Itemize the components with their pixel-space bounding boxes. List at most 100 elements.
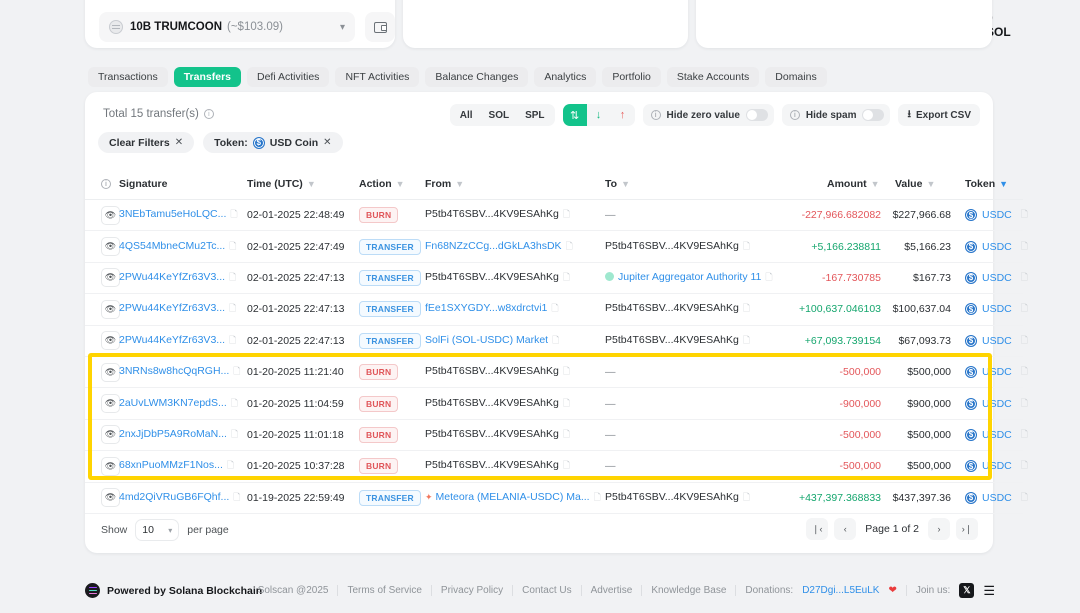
- copy-icon[interactable]: 🗋: [563, 272, 570, 282]
- copy-icon[interactable]: 🗋: [1021, 207, 1028, 223]
- filter-all-button[interactable]: All: [452, 106, 481, 124]
- copy-icon[interactable]: 🗋: [552, 335, 559, 345]
- copy-icon[interactable]: 🗋: [743, 335, 750, 345]
- copy-icon[interactable]: 🗋: [743, 241, 750, 251]
- copy-icon[interactable]: 🗋: [1021, 490, 1028, 506]
- copy-icon[interactable]: 🗋: [563, 209, 570, 219]
- clear-filters-chip[interactable]: Clear Filters ✕: [98, 132, 195, 153]
- filter-icon[interactable]: ▼: [621, 179, 630, 189]
- signature-link[interactable]: 3NRNs8w8hcQqRGH...: [119, 365, 229, 377]
- copy-icon[interactable]: 🗋: [563, 398, 570, 408]
- eye-icon[interactable]: 👁: [101, 205, 120, 225]
- close-icon[interactable]: ✕: [175, 137, 183, 148]
- footer-link-terms-of-service[interactable]: Terms of Service: [347, 585, 421, 596]
- from-address[interactable]: SolFi (SOL-USDC) Market: [425, 334, 548, 346]
- token-link[interactable]: USDC: [982, 492, 1012, 504]
- copy-icon[interactable]: 🗋: [563, 460, 570, 470]
- sort-both-button[interactable]: ⇅: [562, 104, 587, 126]
- filter-icon[interactable]: ▼: [926, 179, 935, 189]
- copy-icon[interactable]: 🗋: [1021, 301, 1028, 317]
- close-icon[interactable]: ✕: [323, 137, 331, 148]
- from-address[interactable]: fEe1SXYGDY...w8xdrctvi1: [425, 302, 547, 314]
- token-link[interactable]: USDC: [982, 398, 1012, 410]
- signature-link[interactable]: 68xnPuoMMzF1Nos...: [119, 459, 223, 471]
- copy-icon[interactable]: 🗋: [1021, 364, 1028, 380]
- signature-link[interactable]: 2PWu44KeYfZr63V3...: [119, 334, 225, 346]
- copy-icon[interactable]: 🗋: [563, 366, 570, 376]
- tab-balance-changes[interactable]: Balance Changes: [425, 67, 529, 87]
- signature-link[interactable]: 2aUvLWM3KN7epdS...: [119, 397, 227, 409]
- token-link[interactable]: USDC: [982, 335, 1012, 347]
- filter-spl-button[interactable]: SPL: [517, 106, 552, 124]
- filter-icon[interactable]: ▼: [307, 179, 316, 189]
- next-page-button[interactable]: ›: [928, 518, 950, 540]
- eye-icon[interactable]: 👁: [101, 394, 120, 414]
- from-address[interactable]: Fn68NZzCCg...dGkLA3hsDK: [425, 240, 562, 252]
- copy-icon[interactable]: 🗋: [229, 272, 236, 282]
- hide-spam-switch[interactable]: [862, 109, 885, 121]
- token-selector[interactable]: 10B TRUMCOON (~$103.09) ▾: [99, 12, 355, 42]
- eye-icon[interactable]: 👁: [101, 331, 120, 351]
- copy-icon[interactable]: 🗋: [229, 303, 236, 313]
- token-link[interactable]: USDC: [982, 303, 1012, 315]
- first-page-button[interactable]: ❘‹: [806, 518, 829, 540]
- footer-link-knowledge-base[interactable]: Knowledge Base: [651, 585, 726, 596]
- copy-icon[interactable]: 🗋: [229, 335, 236, 345]
- filter-icon-active[interactable]: ▼: [999, 179, 1008, 189]
- last-page-button[interactable]: ›❘: [956, 518, 978, 540]
- copy-icon[interactable]: 🗋: [1021, 427, 1028, 443]
- token-link[interactable]: USDC: [982, 429, 1012, 441]
- footer-link-contact-us[interactable]: Contact Us: [522, 585, 571, 596]
- x-twitter-icon[interactable]: 𝕏: [959, 583, 975, 598]
- signature-link[interactable]: 3NEbTamu5eHoLQC...: [119, 208, 226, 220]
- token-filter-chip[interactable]: Token: $ USD Coin ✕: [203, 132, 343, 153]
- eye-icon[interactable]: 👁: [101, 268, 120, 288]
- signature-link[interactable]: 2PWu44KeYfZr63V3...: [119, 271, 225, 283]
- prev-page-button[interactable]: ‹: [834, 518, 857, 540]
- bookmark-icon[interactable]: ☰: [983, 583, 995, 599]
- page-size-select[interactable]: 10 ▾: [135, 519, 180, 541]
- donations-address[interactable]: D27Dgi...L5EuLK: [802, 585, 879, 596]
- copy-icon[interactable]: 🗋: [233, 492, 240, 502]
- footer-link-advertise[interactable]: Advertise: [591, 585, 633, 596]
- filter-icon[interactable]: ▼: [871, 179, 880, 189]
- tab-defi-activities[interactable]: Defi Activities: [247, 67, 330, 87]
- copy-icon[interactable]: 🗋: [1021, 239, 1028, 255]
- to-address[interactable]: Jupiter Aggregator Authority 11: [618, 271, 761, 283]
- copy-icon[interactable]: 🗋: [233, 366, 240, 376]
- copy-icon[interactable]: 🗋: [765, 272, 772, 282]
- tab-transactions[interactable]: Transactions: [88, 67, 168, 87]
- token-link[interactable]: USDC: [982, 272, 1012, 284]
- copy-icon[interactable]: 🗋: [231, 429, 238, 439]
- hide-spam-toggle[interactable]: i Hide spam: [781, 104, 891, 126]
- signature-link[interactable]: 4md2QiVRuGB6FQhf...: [119, 491, 229, 503]
- footer-link-privacy-policy[interactable]: Privacy Policy: [441, 585, 503, 596]
- filter-icon[interactable]: ▼: [455, 179, 464, 189]
- eye-icon[interactable]: 👁: [101, 299, 120, 319]
- tab-nft-activities[interactable]: NFT Activities: [335, 67, 420, 87]
- copy-icon[interactable]: 🗋: [594, 492, 601, 502]
- tab-domains[interactable]: Domains: [765, 67, 827, 87]
- copy-icon[interactable]: 🗋: [1021, 333, 1028, 349]
- copy-icon[interactable]: 🗋: [1021, 270, 1028, 286]
- eye-icon[interactable]: 👁: [101, 456, 120, 476]
- eye-icon[interactable]: 👁: [101, 362, 120, 382]
- copy-icon[interactable]: 🗋: [229, 241, 236, 251]
- token-link[interactable]: USDC: [982, 460, 1012, 472]
- copy-icon[interactable]: 🗋: [743, 303, 750, 313]
- copy-icon[interactable]: 🗋: [563, 429, 570, 439]
- tab-transfers[interactable]: Transfers: [173, 67, 241, 87]
- export-csv-button[interactable]: ⭳ Export CSV: [898, 104, 980, 126]
- sort-out-button[interactable]: ↑: [611, 104, 635, 126]
- copy-icon[interactable]: 🗋: [231, 398, 238, 408]
- wallet-button[interactable]: [365, 12, 395, 42]
- copy-icon[interactable]: 🗋: [1021, 396, 1028, 412]
- tab-stake-accounts[interactable]: Stake Accounts: [666, 67, 760, 87]
- signature-link[interactable]: 4QS54MbneCMu2Tc...: [119, 240, 225, 252]
- from-address[interactable]: Meteora (MELANIA-USDC) Ma...: [436, 491, 590, 503]
- sort-in-button[interactable]: ↓: [587, 104, 611, 126]
- copy-icon[interactable]: 🗋: [551, 303, 558, 313]
- tab-portfolio[interactable]: Portfolio: [602, 67, 661, 87]
- signature-link[interactable]: 2PWu44KeYfZr63V3...: [119, 302, 225, 314]
- signature-link[interactable]: 2nxJjDbP5A9RoMaN...: [119, 428, 227, 440]
